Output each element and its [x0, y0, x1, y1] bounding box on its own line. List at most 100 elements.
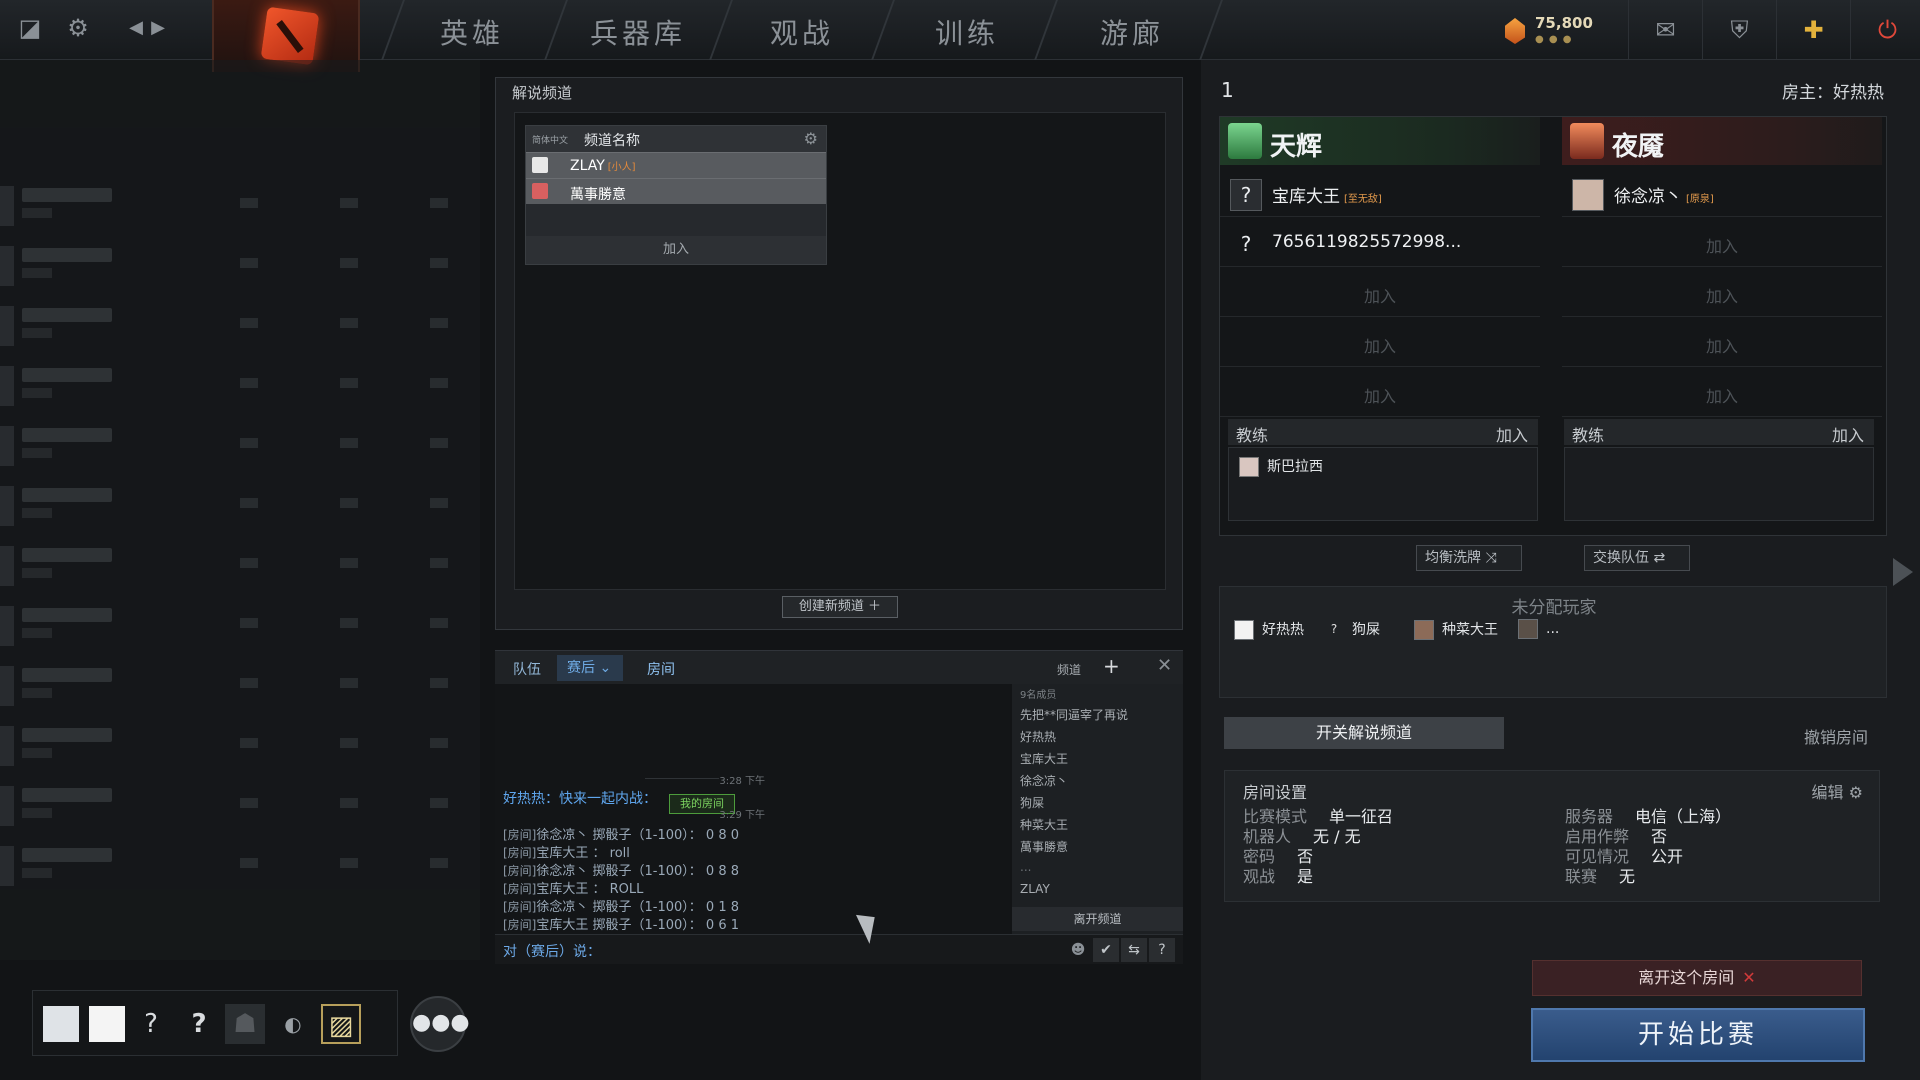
party-icon[interactable]: ●●●	[410, 996, 470, 1052]
power-icon[interactable]: ⏻	[1850, 0, 1920, 60]
dissolve-lobby-button[interactable]: 撤销房间	[1804, 724, 1868, 748]
nav-tab-watch[interactable]: 观战	[770, 12, 834, 52]
radiant-empty-slot[interactable]: 加入	[1220, 319, 1540, 367]
setting-value: 公开	[1651, 847, 1684, 866]
dire-team-name: 夜魇	[1612, 132, 1665, 162]
member-item[interactable]: 种菜大王	[1020, 816, 1068, 833]
chat-message: [房间]宝库大王 ： ROLL	[503, 878, 643, 897]
channel-browser: 简体中文 频道名称 ⚙ ZLAY [小人] 萬事勝意 加入	[514, 112, 1166, 590]
unassigned-player[interactable]: ? 狗屎	[1324, 619, 1380, 643]
shards-display[interactable]: 75,800 ● ● ●	[1505, 12, 1595, 52]
channel-row[interactable]: ZLAY [小人]	[526, 152, 826, 178]
check-icon[interactable]: ✔	[1093, 938, 1119, 962]
gear-icon[interactable]: ⚙	[804, 129, 818, 148]
member-item[interactable]: 好热热	[1020, 728, 1056, 745]
chat-tab-room[interactable]: 房间	[647, 659, 675, 679]
member-item[interactable]: 萬事勝意	[1020, 838, 1068, 855]
expand-arrow-icon[interactable]	[1893, 558, 1913, 586]
join-slot-label: 加入	[1363, 287, 1396, 306]
dire-empty-slot[interactable]: 加入	[1562, 219, 1882, 267]
coach-join-button[interactable]: 加入	[1496, 422, 1528, 446]
shuffle-icon: ⤨	[1485, 550, 1497, 566]
armory-banner-icon[interactable]: ⛨	[1702, 0, 1776, 60]
room-tag: [房间]	[503, 900, 537, 914]
bottom-dock: ? ? ☗ ◐ ▨	[32, 990, 398, 1056]
nav-tab-arcade[interactable]: 游廊	[1100, 12, 1164, 52]
unknown-avatar-icon[interactable]: ?	[131, 1004, 171, 1044]
emoticon-icon[interactable]: ☻	[1065, 938, 1091, 962]
close-icon[interactable]: ✕	[1157, 655, 1172, 676]
member-item[interactable]: 先把**同逼宰了再说	[1020, 706, 1128, 723]
chat-tab-team[interactable]: 队伍	[513, 659, 541, 679]
member-item[interactable]: 徐念凉丶	[1020, 772, 1068, 789]
mail-icon[interactable]: ✉	[1628, 0, 1702, 60]
dire-player-slot[interactable]: 徐念凉丶 [原泉]	[1562, 169, 1882, 217]
member-item[interactable]: 狗屎	[1020, 794, 1044, 811]
swap-teams-label: 交换队伍	[1593, 550, 1649, 566]
nav-tab-learn[interactable]: 训练	[935, 12, 999, 52]
add-channel-icon[interactable]: +	[1103, 654, 1120, 678]
chat-tab-postgame[interactable]: 赛后 ⌄	[557, 655, 623, 681]
party-member-avatar[interactable]	[89, 1006, 125, 1042]
coach-join-button[interactable]: 加入	[1832, 422, 1864, 446]
ghost-row	[0, 720, 470, 770]
empty-party-slot-icon[interactable]: ☗	[225, 1004, 265, 1044]
leave-channel-button[interactable]: 离开频道	[1012, 907, 1183, 931]
message-text: 宝库大王 掷骰子（1-100）： 0 6 1	[536, 918, 739, 933]
translate-icon[interactable]: ⇆	[1121, 938, 1147, 962]
radiant-player-slot[interactable]: ? 宝库大王 [至无敌]	[1220, 169, 1540, 217]
dire-empty-slot[interactable]: 加入	[1562, 269, 1882, 317]
unknown-avatar-icon[interactable]: ?	[179, 1004, 219, 1044]
lobby-number: 1	[1221, 78, 1234, 102]
profile-avatar[interactable]	[43, 1006, 79, 1042]
balance-shuffle-button[interactable]: 均衡洗牌 ⤨	[1416, 545, 1522, 571]
channel-list: 简体中文 频道名称 ⚙ ZLAY [小人] 萬事勝意 加入	[525, 125, 827, 265]
nav-tab-armory[interactable]: 兵器库	[590, 12, 686, 52]
ghost-row	[0, 840, 470, 890]
unassigned-player[interactable]: 好热热	[1234, 619, 1304, 643]
member-item[interactable]: ZLAY	[1020, 882, 1050, 896]
join-slot-label: 加入	[1363, 387, 1396, 406]
plus-badge-icon[interactable]: ✚	[1776, 0, 1850, 60]
radiant-player-slot[interactable]: ? 7656119825572998...	[1220, 219, 1540, 267]
member-count: 9名成员	[1020, 690, 1057, 701]
dire-header: 夜魇	[1562, 117, 1882, 165]
player-name: 7656119825572998...	[1272, 232, 1462, 252]
leave-lobby-button[interactable]: 离开这个房间 ✕	[1532, 960, 1862, 996]
ghost-row	[0, 480, 470, 530]
toggle-commentary-channel-button[interactable]: 开关解说频道	[1224, 717, 1504, 749]
join-channel-button[interactable]: 加入	[526, 236, 826, 264]
radiant-empty-slot[interactable]: 加入	[1220, 269, 1540, 317]
channels-label[interactable]: 频道	[1057, 661, 1081, 678]
leave-lobby-label: 离开这个房间	[1638, 968, 1735, 987]
battle-pass-icon[interactable]: ▨	[321, 1004, 361, 1044]
settings-gear-icon[interactable]: ⚙	[60, 10, 96, 46]
help-icon[interactable]: ?	[1149, 938, 1175, 962]
nav-separator	[1199, 0, 1223, 60]
dashboard-icon[interactable]: ◪	[12, 10, 48, 46]
radiant-empty-slot[interactable]: 加入	[1220, 369, 1540, 417]
player-avatar	[1572, 179, 1604, 211]
member-item[interactable]: 宝库大王	[1020, 750, 1068, 767]
unassigned-player[interactable]: ...	[1518, 619, 1559, 643]
ghost-row	[0, 300, 470, 350]
dire-empty-slot[interactable]: 加入	[1562, 319, 1882, 367]
shard-gem-icon	[1505, 18, 1525, 44]
unassigned-player[interactable]: 种菜大王	[1414, 619, 1498, 643]
settings-edit-button[interactable]: 编辑 ⚙	[1812, 779, 1863, 803]
create-channel-button[interactable]: 创建新频道 ＋	[782, 596, 898, 618]
edit-label: 编辑	[1811, 783, 1844, 802]
dire-empty-slot[interactable]: 加入	[1562, 369, 1882, 417]
nav-tab-heroes[interactable]: 英雄	[440, 12, 504, 52]
channel-row[interactable]: 萬事勝意	[526, 178, 826, 204]
channel-row-label: ZLAY [小人]	[570, 158, 636, 174]
swap-teams-button[interactable]: 交换队伍 ⇄	[1584, 545, 1690, 571]
forward-arrow-icon[interactable]: ▶	[140, 10, 176, 46]
chat-input-bar[interactable]: 对（赛后）说： ☻ ✔ ⇆ ?	[495, 934, 1183, 964]
unknown-avatar-icon: ?	[1230, 179, 1262, 211]
channel-tag: [小人]	[607, 162, 636, 173]
headset-icon[interactable]: ◐	[273, 1004, 313, 1044]
coach-entry[interactable]: 斯巴拉西	[1239, 456, 1323, 477]
start-game-button[interactable]: 开始比赛	[1531, 1008, 1865, 1062]
ghost-row	[0, 240, 470, 290]
